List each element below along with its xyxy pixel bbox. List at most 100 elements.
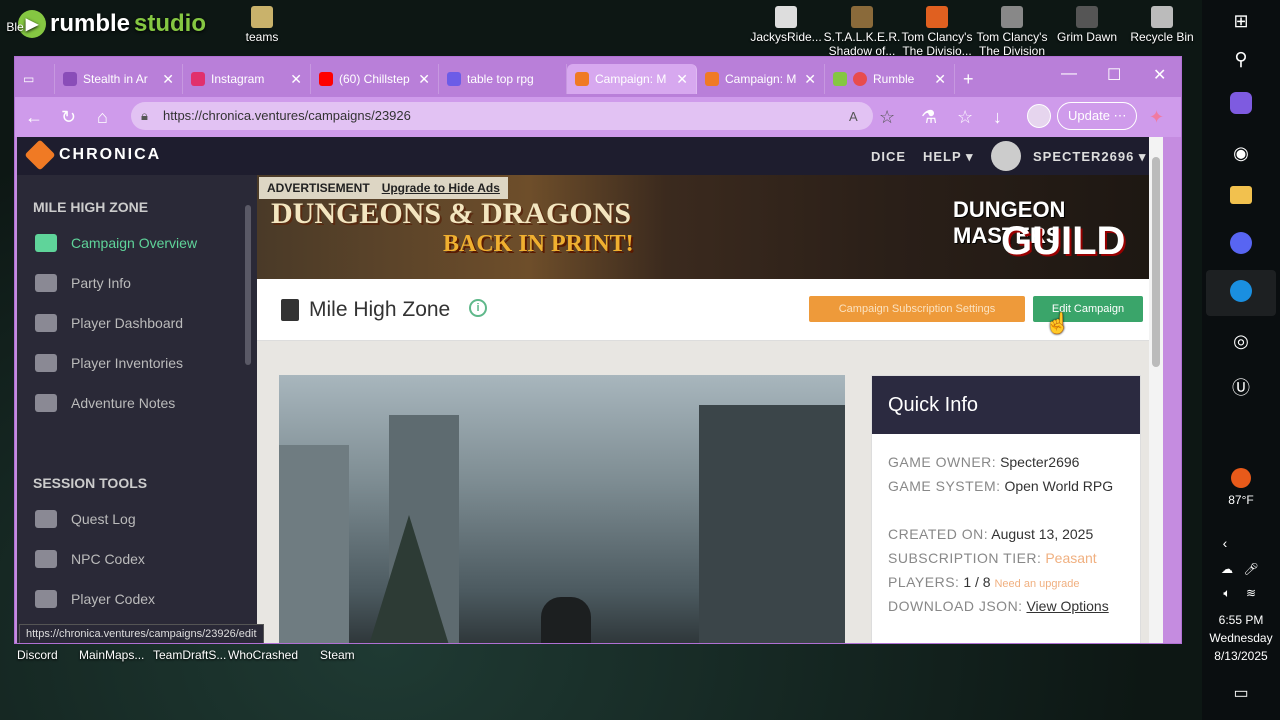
steam-icon[interactable]: ◉ (1228, 140, 1254, 166)
page-title: Mile High Zone (309, 298, 451, 321)
tab-chillstep[interactable]: (60) Chillstep ✕ (311, 64, 439, 94)
page-scrollbar[interactable] (1149, 137, 1163, 643)
copilot-icon[interactable] (1230, 92, 1252, 114)
campaign-content: Quick Info GAME OWNER: Specter2696 GAME … (257, 341, 1151, 643)
close-icon[interactable]: ✕ (290, 71, 302, 88)
chronica-page: CHRONICA DICE HELP ▾ SPECTER2696 ▾ MILE … (17, 137, 1163, 643)
refresh-icon[interactable]: ↻ (61, 107, 76, 128)
sidebar-scrollbar[interactable] (245, 205, 251, 365)
obs-icon[interactable]: ◎ (1228, 328, 1254, 354)
tab-favicon-icon (447, 72, 461, 86)
tab-stealth[interactable]: Stealth in Ar ✕ (55, 64, 183, 94)
search-icon[interactable]: ⚲ (1228, 46, 1254, 72)
tab-campaign-active[interactable]: Campaign: M ✕ (567, 64, 697, 94)
close-icon[interactable]: ✕ (418, 71, 430, 88)
microphone-icon[interactable]: 🎤︎ (1238, 556, 1264, 582)
downloads-icon[interactable]: ↓ (993, 107, 1002, 128)
desktop-icon-division1[interactable]: Tom Clancy's The Divisio... (897, 2, 977, 58)
close-icon[interactable]: ✕ (934, 71, 946, 88)
url-bar[interactable]: 🔒︎ https://chronica.ventures/campaigns/23… (131, 102, 873, 130)
sidebar-item-party-info[interactable]: Party Info (35, 271, 131, 295)
clock-time[interactable]: 6:55 PM (1202, 612, 1280, 628)
desktop-icon-whocrashed[interactable]: WhoCrashed (228, 648, 298, 662)
nav-dice[interactable]: DICE (871, 149, 906, 164)
instagram-icon (191, 72, 205, 86)
nav-user-menu[interactable]: SPECTER2696 ▾ (1033, 149, 1146, 165)
file-explorer-icon[interactable] (1230, 186, 1252, 204)
sidebar-item-npc-codex[interactable]: NPC Codex (35, 547, 145, 571)
edge-browser-icon[interactable] (1230, 280, 1252, 302)
desktop-icon-recycle-bin[interactable]: Recycle Bin (1122, 2, 1202, 44)
taskbar: ⊞ ⚲ ◉ ◎ Ⓤ 87°F ‹ ☁ 🎤︎ 🔈︎ ≋ 6:55 PM Wedne… (1202, 0, 1280, 720)
maximize-icon[interactable]: ☐ (1107, 65, 1121, 85)
windows-start-icon[interactable]: ⊞ (1228, 8, 1254, 34)
desktop-icon-discord[interactable]: Discord (17, 648, 58, 662)
advertisement-banner[interactable]: ADVERTISEMENT Upgrade to Hide Ads DUNGEON… (257, 175, 1163, 279)
copilot-icon[interactable]: ✦ (1149, 107, 1164, 128)
desktop-icon-teams[interactable]: teams (222, 2, 302, 44)
scrollbar-thumb[interactable] (1152, 157, 1160, 367)
chevron-up-icon[interactable]: ‹ (1212, 530, 1238, 556)
sidebar-item-player-inventories[interactable]: Player Inventories (35, 351, 183, 375)
desktop-icon-mainmaps[interactable]: MainMaps... (79, 648, 144, 662)
wifi-icon[interactable]: ≋ (1238, 580, 1264, 606)
read-aloud-icon[interactable]: A (849, 109, 858, 124)
view-options-link[interactable]: View Options (1026, 598, 1108, 614)
folder-icon (251, 6, 273, 28)
tab-actions-button[interactable]: ▭ (15, 64, 55, 94)
desktop-icon-teamdraft[interactable]: TeamDraftS... (153, 648, 226, 662)
close-icon[interactable]: ✕ (162, 71, 174, 88)
desktop-icon-jackysride[interactable]: JackysRide... (746, 2, 826, 44)
info-icon[interactable]: i (469, 299, 487, 317)
volume-icon[interactable]: 🔈︎ (1214, 580, 1240, 606)
tab-actions-icon: ▭ (23, 72, 35, 86)
tab-instagram[interactable]: Instagram ✕ (183, 64, 311, 94)
window-close-icon[interactable]: ✕ (1153, 65, 1166, 85)
tab-rumble[interactable]: Rumble ✕ (825, 64, 955, 94)
nav-help[interactable]: HELP ▾ (923, 149, 974, 165)
qi-created: CREATED ON: August 13, 2025 (888, 526, 1094, 542)
favorite-star-icon[interactable]: ☆ (879, 107, 895, 128)
upgrade-hide-ads-link[interactable]: Upgrade to Hide Ads (382, 181, 500, 195)
desktop-icon-division2[interactable]: Tom Clancy's The Division (972, 2, 1052, 58)
favorites-icon[interactable]: ☆ (957, 107, 973, 128)
desktop-icon-grim-dawn[interactable]: Grim Dawn (1047, 2, 1127, 44)
clock-day: Wednesday (1209, 631, 1273, 645)
home-icon[interactable]: ⌂ (97, 107, 108, 128)
weather-icon[interactable] (1231, 468, 1251, 488)
close-icon[interactable]: ✕ (676, 71, 688, 88)
status-bar-url: https://chronica.ventures/campaigns/2392… (19, 624, 264, 643)
onedrive-icon[interactable]: ☁ (1214, 556, 1240, 582)
upgrade-link[interactable]: Need an upgrade (994, 578, 1079, 590)
tab-bar: ▭ Stealth in Ar ✕ Instagram ✕ (60) Chillst… (15, 57, 1181, 97)
address-toolbar: ← ↻ ⌂ 🔒︎ https://chronica.ventures/campai… (15, 97, 1181, 137)
tab-tabletop[interactable]: table top rpg (439, 64, 567, 94)
minimize-icon[interactable]: — (1061, 65, 1077, 83)
notification-icon[interactable]: ▭ (1228, 680, 1254, 706)
sidebar-item-quest-log[interactable]: Quest Log (35, 507, 136, 531)
desktop-icon-steam[interactable]: Steam (320, 648, 355, 662)
weather-temp[interactable]: 87°F (1202, 492, 1280, 508)
profile-avatar[interactable] (1027, 104, 1051, 128)
discord-icon[interactable] (1230, 232, 1252, 254)
tab-campaign[interactable]: Campaign: M ✕ (697, 64, 825, 94)
subscription-settings-button[interactable]: Campaign Subscription Settings (809, 296, 1025, 322)
back-icon[interactable]: ← (25, 107, 43, 128)
tab-favicon-icon (63, 72, 77, 86)
new-tab-button[interactable]: + (955, 64, 995, 94)
sidebar-item-campaign-overview[interactable]: Campaign Overview (35, 231, 197, 255)
chronica-favicon-icon (575, 72, 589, 86)
extensions-icon[interactable]: ⚗ (921, 107, 937, 128)
tree-shape (369, 515, 449, 643)
sidebar-item-player-codex[interactable]: Player Codex (35, 587, 155, 611)
user-avatar[interactable] (991, 141, 1021, 171)
close-icon[interactable]: ✕ (804, 71, 816, 88)
chronica-logo[interactable]: CHRONICA (24, 139, 161, 171)
unreal-engine-icon[interactable]: Ⓤ (1228, 374, 1254, 400)
desktop-icon-ble[interactable]: Ble (0, 20, 30, 34)
sidebar-item-adventure-notes[interactable]: Adventure Notes (35, 391, 175, 415)
update-button[interactable]: Update ⋯ (1057, 102, 1137, 130)
desktop-icon-stalker[interactable]: S.T.A.L.K.E.R. Shadow of... (822, 2, 902, 58)
sidebar-item-player-dashboard[interactable]: Player Dashboard (35, 311, 183, 335)
ad-label: ADVERTISEMENT Upgrade to Hide Ads (259, 177, 508, 199)
